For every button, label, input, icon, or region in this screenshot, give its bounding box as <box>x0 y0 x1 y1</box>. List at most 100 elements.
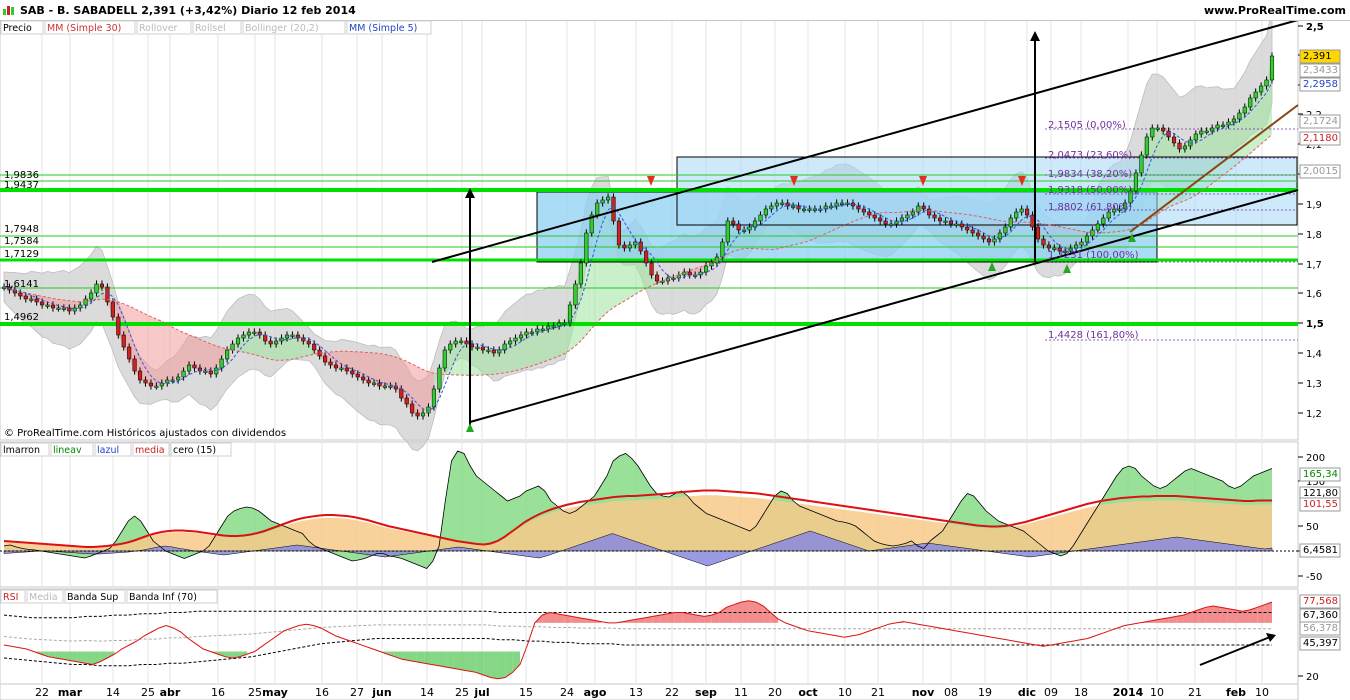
candle-body <box>306 340 311 345</box>
rsi-tab: Banda Sup <box>67 592 118 603</box>
price-tab: Bollinger (20,2) <box>245 23 319 34</box>
candle-body <box>932 214 937 219</box>
rsi-overbought-fill <box>1213 606 1221 623</box>
candle-body <box>23 295 28 300</box>
site-url[interactable]: www.ProRealTime.com <box>1204 4 1346 17</box>
rsi-tab: Banda Inf (70) <box>129 592 197 603</box>
candle-body <box>856 205 861 210</box>
rsi-oversold-fill <box>446 651 454 669</box>
axis-label: 1,3 <box>1306 379 1322 390</box>
candle-body <box>796 205 801 210</box>
candle-body <box>616 220 622 246</box>
fib-label: 2,1505 (0,00%) <box>1048 120 1126 131</box>
candle-body <box>252 331 257 334</box>
candle-body <box>611 196 616 222</box>
candle-body <box>546 325 551 330</box>
chart-header: SAB - B. SABADELL 2,391 (+3,42%) Diario … <box>0 0 1350 21</box>
cloud-seg <box>150 316 157 386</box>
axis-label: 200 <box>1306 453 1325 464</box>
price-panel-tabs[interactable]: Precio MM (Simple 30) Rollover Rollsel Bolli… <box>0 20 432 35</box>
time-axis-label: nov <box>912 686 935 699</box>
candle-body <box>301 337 306 342</box>
candle-body <box>1074 244 1079 249</box>
osc-tab: lmarron <box>3 445 40 456</box>
candle-body <box>1193 133 1198 141</box>
candle-body <box>948 220 953 225</box>
candle-body <box>644 250 649 264</box>
candle-body <box>1035 226 1041 240</box>
candle-body <box>181 370 186 378</box>
time-axis-label: 10 <box>1255 686 1269 699</box>
candle-body <box>1079 241 1084 246</box>
candle-body <box>758 214 763 222</box>
candle-body <box>284 334 290 339</box>
price-tab: Precio <box>3 23 32 34</box>
cloud-seg <box>172 327 179 380</box>
candle-body <box>138 370 143 381</box>
candle-body <box>1242 106 1247 114</box>
candle-body <box>453 340 458 345</box>
candle-body <box>812 208 817 211</box>
axis-label: 50 <box>1306 522 1319 533</box>
candle-body <box>1248 97 1253 108</box>
level-label: 1,7129 <box>4 249 39 260</box>
candle-body <box>339 367 344 370</box>
osc-tab: lazul <box>97 445 119 456</box>
candle-body <box>584 232 589 264</box>
candle-body <box>1210 127 1215 132</box>
candle-body <box>867 211 872 216</box>
candle-body <box>388 385 393 388</box>
rsi-oversold-fill <box>438 651 447 668</box>
chart-svg: 1,98361,94371,79481,75841,71291,61411,49… <box>0 9 1341 700</box>
value-badge-text: 121,80 <box>1303 488 1338 499</box>
candle-body <box>872 214 877 219</box>
candle-body <box>1139 154 1144 174</box>
rsi-axis: 20 <box>1298 672 1319 683</box>
level-label: 1,7948 <box>4 224 39 235</box>
candle-body <box>1177 142 1182 150</box>
rsi-tab: Media <box>29 592 58 603</box>
rsi-overbought-fill <box>741 600 749 623</box>
rsi-oversold-fill <box>85 651 93 665</box>
rsi-panel-tabs[interactable]: RSI Media Banda Sup Banda Inf (70) <box>0 589 218 604</box>
value-badge-text: 2,1180 <box>1303 133 1338 144</box>
time-axis-label: 22 <box>665 686 679 699</box>
osc-panel-tabs[interactable]: lmarron lineav lazul media cero (15) <box>0 442 232 457</box>
rsi-tab: RSI <box>3 592 18 603</box>
candle-body <box>1259 85 1264 93</box>
cloud-seg <box>455 341 462 376</box>
value-badge-text: 6,4581 <box>1303 545 1338 556</box>
fib-label: 1,7231 (100,00%) <box>1048 250 1139 261</box>
cloud-seg <box>390 355 396 389</box>
candle-body <box>910 211 915 216</box>
rsi-oversold-fill <box>416 651 425 664</box>
rsi-oversold-fill <box>475 651 484 675</box>
time-axis-label: 14 <box>106 686 120 699</box>
candle-body <box>899 217 904 222</box>
candle-body <box>524 331 529 336</box>
value-badge-text: 2,0015 <box>1303 166 1338 177</box>
candle-body <box>600 199 605 204</box>
candle-body <box>1084 235 1090 243</box>
candle-body <box>622 244 627 249</box>
candle-body <box>148 382 153 387</box>
candle-body <box>442 349 447 369</box>
cloud-seg <box>531 329 538 366</box>
candle-body <box>99 283 105 288</box>
candle-body <box>361 376 366 381</box>
candle-body <box>382 385 387 388</box>
candle-body <box>328 361 333 366</box>
candle-body <box>878 217 883 222</box>
rsi-overbought-fill <box>1220 607 1228 623</box>
time-axis-label: 10 <box>1150 686 1164 699</box>
rsi-overbought-fill <box>748 600 756 623</box>
level-label: 1,7584 <box>4 236 39 247</box>
cloud-seg <box>542 326 549 363</box>
candle-body <box>1269 55 1275 81</box>
candle-body <box>459 340 464 343</box>
candle-body <box>448 343 453 351</box>
rsi-overbought-fill <box>674 612 683 623</box>
value-badge-text: 67,360 <box>1303 610 1338 621</box>
candle-body <box>595 202 600 216</box>
candle-body <box>1144 136 1149 156</box>
